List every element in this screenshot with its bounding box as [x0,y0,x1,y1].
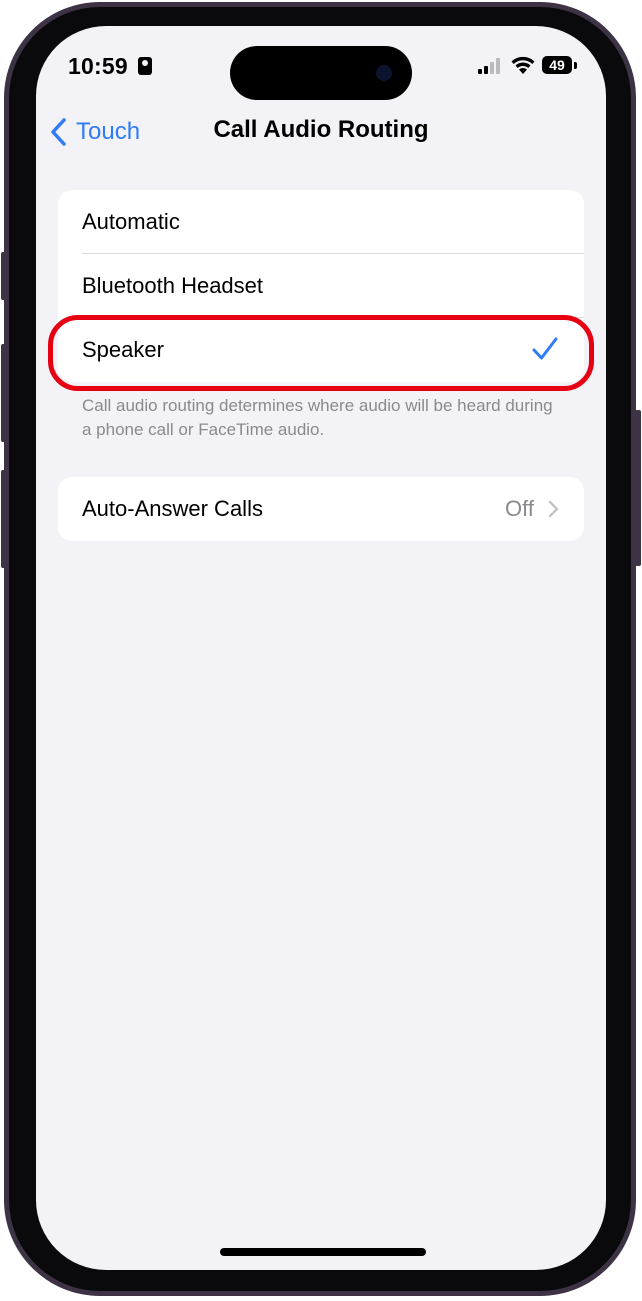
option-speaker[interactable]: Speaker [58,318,584,382]
option-automatic[interactable]: Automatic [58,190,584,254]
page-title: Call Audio Routing [213,116,429,143]
contact-card-icon [138,57,152,75]
option-label: Speaker [82,337,164,362]
option-label: Automatic [82,209,180,234]
volume-up-button [1,344,7,442]
power-button [635,410,641,566]
auto-answer-calls-row[interactable]: Auto-Answer Calls Off [58,477,584,541]
home-indicator[interactable] [220,1248,426,1256]
battery-tip [574,62,577,69]
cellular-signal-icon [478,58,504,74]
battery-icon: 49 [542,56,572,74]
auto-answer-label: Auto-Answer Calls [82,496,263,521]
screen: 10:59 49 Touch Call Audio Routing Automa… [36,26,606,1270]
action-button [1,252,7,300]
wifi-icon [511,56,535,74]
checkmark-icon [532,337,558,360]
routing-footnote: Call audio routing determines where audi… [82,396,553,439]
option-label: Bluetooth Headset [82,273,264,298]
option-bluetooth-headset[interactable]: Bluetooth Headset [58,254,584,318]
auto-answer-value: Off [505,496,534,521]
status-time: 10:59 [68,53,128,79]
camera-icon [376,65,392,81]
auto-answer-group: Auto-Answer Calls Off [58,477,584,541]
volume-down-button [1,470,7,568]
chevron-right-icon [548,500,559,518]
dynamic-island [230,46,412,100]
routing-options-list: Automatic Bluetooth Headset Speaker [58,190,584,382]
